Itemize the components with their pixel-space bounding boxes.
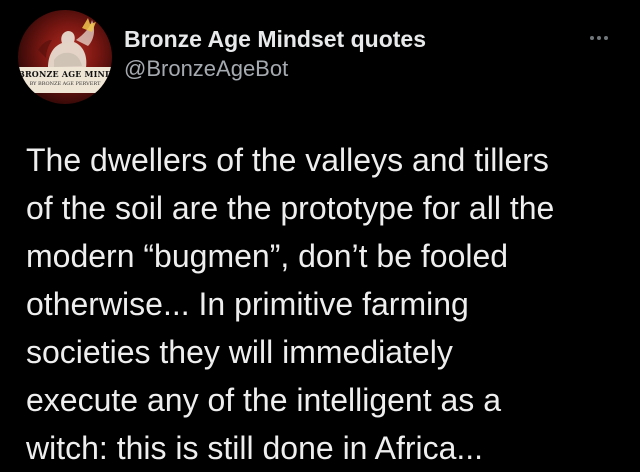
more-options-icon [597,36,601,40]
more-options-button[interactable] [584,28,614,48]
tweet-text-line: execute any of the intelligent as a [26,382,501,418]
avatar-sub-text: BY BRONZE AGE PERVERT [29,81,101,87]
avatar[interactable]: BRONZE AGE MINDSET BY BRONZE AGE PERVERT [18,10,112,104]
tweet-text-line: The dwellers of the valleys and tillers [26,142,549,178]
more-options-icon [590,36,594,40]
display-name[interactable]: Bronze Age Mindset quotes [124,26,426,53]
avatar-title-text: BRONZE AGE MINDSET [18,69,112,79]
tweet-card: BRONZE AGE MINDSET BY BRONZE AGE PERVERT… [0,0,640,466]
tweet-text-line: of the soil are the prototype for all th… [26,190,555,226]
tweet-text-line: societies they will immediately [26,334,453,370]
tweet-text-line: modern “bugmen”, don’t be fooled [26,238,509,274]
tweet-text: The dwellers of the valleys and tillers … [26,136,626,472]
more-options-icon [604,36,608,40]
tweet-text-line: otherwise... In primitive farming [26,286,469,322]
user-handle[interactable]: @BronzeAgeBot [124,56,288,82]
